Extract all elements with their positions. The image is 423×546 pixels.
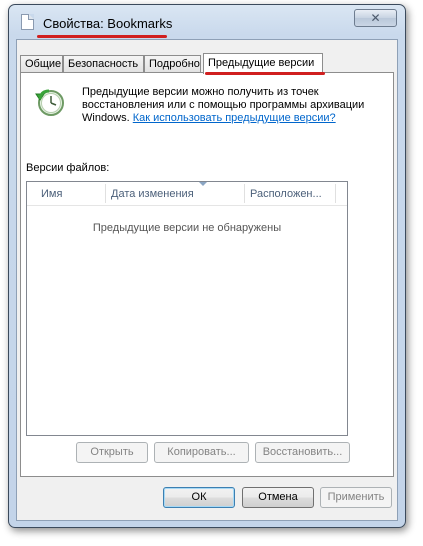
tab-security[interactable]: Безопасность	[63, 55, 144, 72]
column-name[interactable]: Имя	[27, 182, 107, 205]
column-separator	[335, 184, 336, 203]
dialog-client-area: Общие Безопасность Подробно Предыдущие в…	[16, 39, 398, 521]
help-link[interactable]: Как использовать предыдущие версии?	[133, 112, 336, 124]
list-header: Имя Дата изменения Расположен...	[27, 182, 347, 206]
column-date-modified[interactable]: Дата изменения	[106, 182, 244, 205]
column-location[interactable]: Расположен...	[245, 182, 335, 205]
restore-button[interactable]: Восстановить...	[255, 442, 350, 463]
copy-button[interactable]: Копировать...	[154, 442, 249, 463]
restore-clock-icon	[35, 89, 64, 116]
title-bar[interactable]: Свойства: Bookmarks ✕	[9, 5, 405, 39]
tab-details[interactable]: Подробно	[144, 55, 201, 72]
cancel-button[interactable]: Отмена	[242, 487, 314, 508]
tab-previous-versions[interactable]: Предыдущие версии	[203, 53, 323, 74]
description-text: Предыдущие версии можно получить из точе…	[82, 86, 372, 125]
file-versions-list[interactable]: Имя Дата изменения Расположен... Предыду…	[26, 181, 348, 436]
ok-button[interactable]: ОК	[163, 487, 235, 508]
versions-label: Версии файлов:	[26, 162, 110, 174]
apply-button[interactable]: Применить	[320, 487, 392, 508]
open-button[interactable]: Открыть	[76, 442, 148, 463]
previous-versions-panel: Предыдущие версии можно получить из точе…	[20, 72, 394, 477]
sort-arrow-icon	[199, 182, 207, 186]
properties-dialog: Свойства: Bookmarks ✕ Общие Безопасность…	[8, 4, 406, 528]
empty-list-message: Предыдущие версии не обнаружены	[92, 222, 282, 234]
window-title: Свойства: Bookmarks	[43, 16, 173, 31]
tab-highlight	[205, 72, 325, 75]
title-highlight	[37, 35, 167, 38]
tab-general[interactable]: Общие	[20, 55, 63, 72]
close-button[interactable]: ✕	[354, 9, 397, 27]
document-icon	[21, 14, 34, 30]
